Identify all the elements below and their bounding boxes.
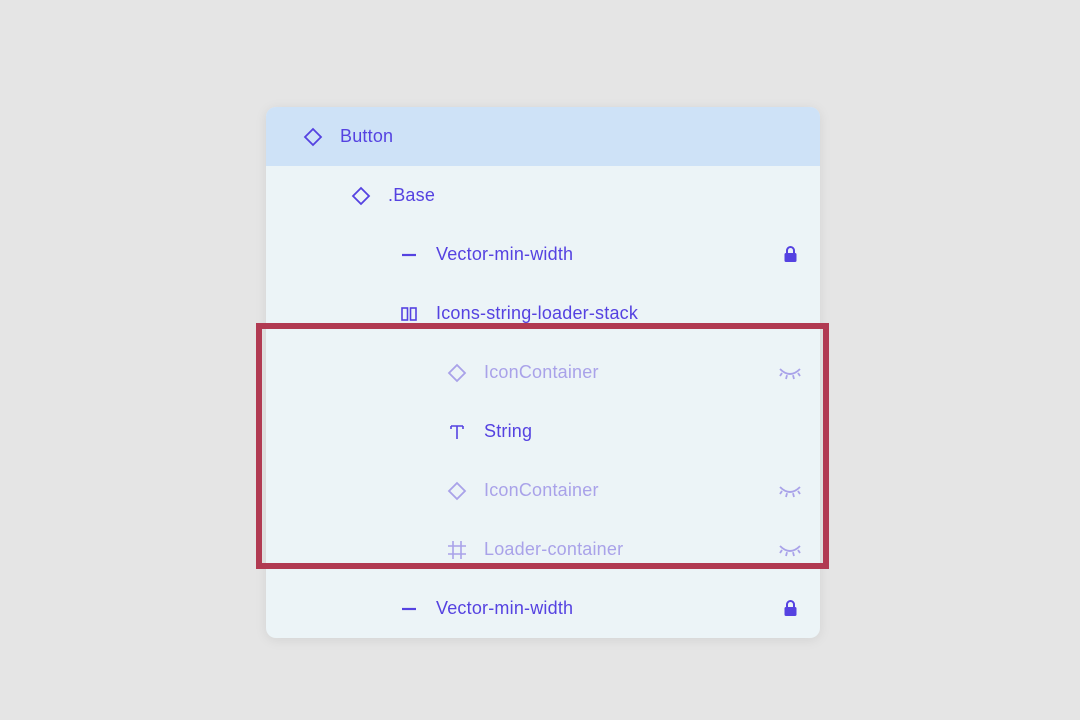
layer-row-button[interactable]: Button [266,107,820,166]
component-icon [444,360,470,386]
layer-label: .Base [388,185,802,206]
text-icon [444,419,470,445]
layer-label: Button [340,126,802,147]
layer-row-icon-container[interactable]: IconContainer [266,461,820,520]
layer-row-vector-min-width[interactable]: Vector-min-width [266,579,820,638]
layer-label: IconContainer [484,362,770,383]
hidden-icon[interactable] [778,361,802,385]
component-icon [300,124,326,150]
layer-row-loader-container[interactable]: Loader-container [266,520,820,579]
layer-row-icons-string-loader-stack[interactable]: Icons-string-loader-stack [266,284,820,343]
layer-row-vector-min-width[interactable]: Vector-min-width [266,225,820,284]
layer-row-base[interactable]: .Base [266,166,820,225]
layer-label: Loader-container [484,539,770,560]
layers-panel: Button .Base Vector-min-width Icons-stri… [266,107,820,638]
layer-label: Vector-min-width [436,244,770,265]
lock-icon[interactable] [778,243,802,267]
frame-icon [444,537,470,563]
layer-label: Vector-min-width [436,598,770,619]
layer-label: Icons-string-loader-stack [436,303,802,324]
layer-label: String [484,421,802,442]
hidden-icon[interactable] [778,479,802,503]
layer-label: IconContainer [484,480,770,501]
layer-row-icon-container[interactable]: IconContainer [266,343,820,402]
line-icon [396,596,422,622]
line-icon [396,242,422,268]
component-icon [348,183,374,209]
layer-row-string[interactable]: String [266,402,820,461]
lock-icon[interactable] [778,597,802,621]
horizontal-stack-icon [396,301,422,327]
hidden-icon[interactable] [778,538,802,562]
component-icon [444,478,470,504]
